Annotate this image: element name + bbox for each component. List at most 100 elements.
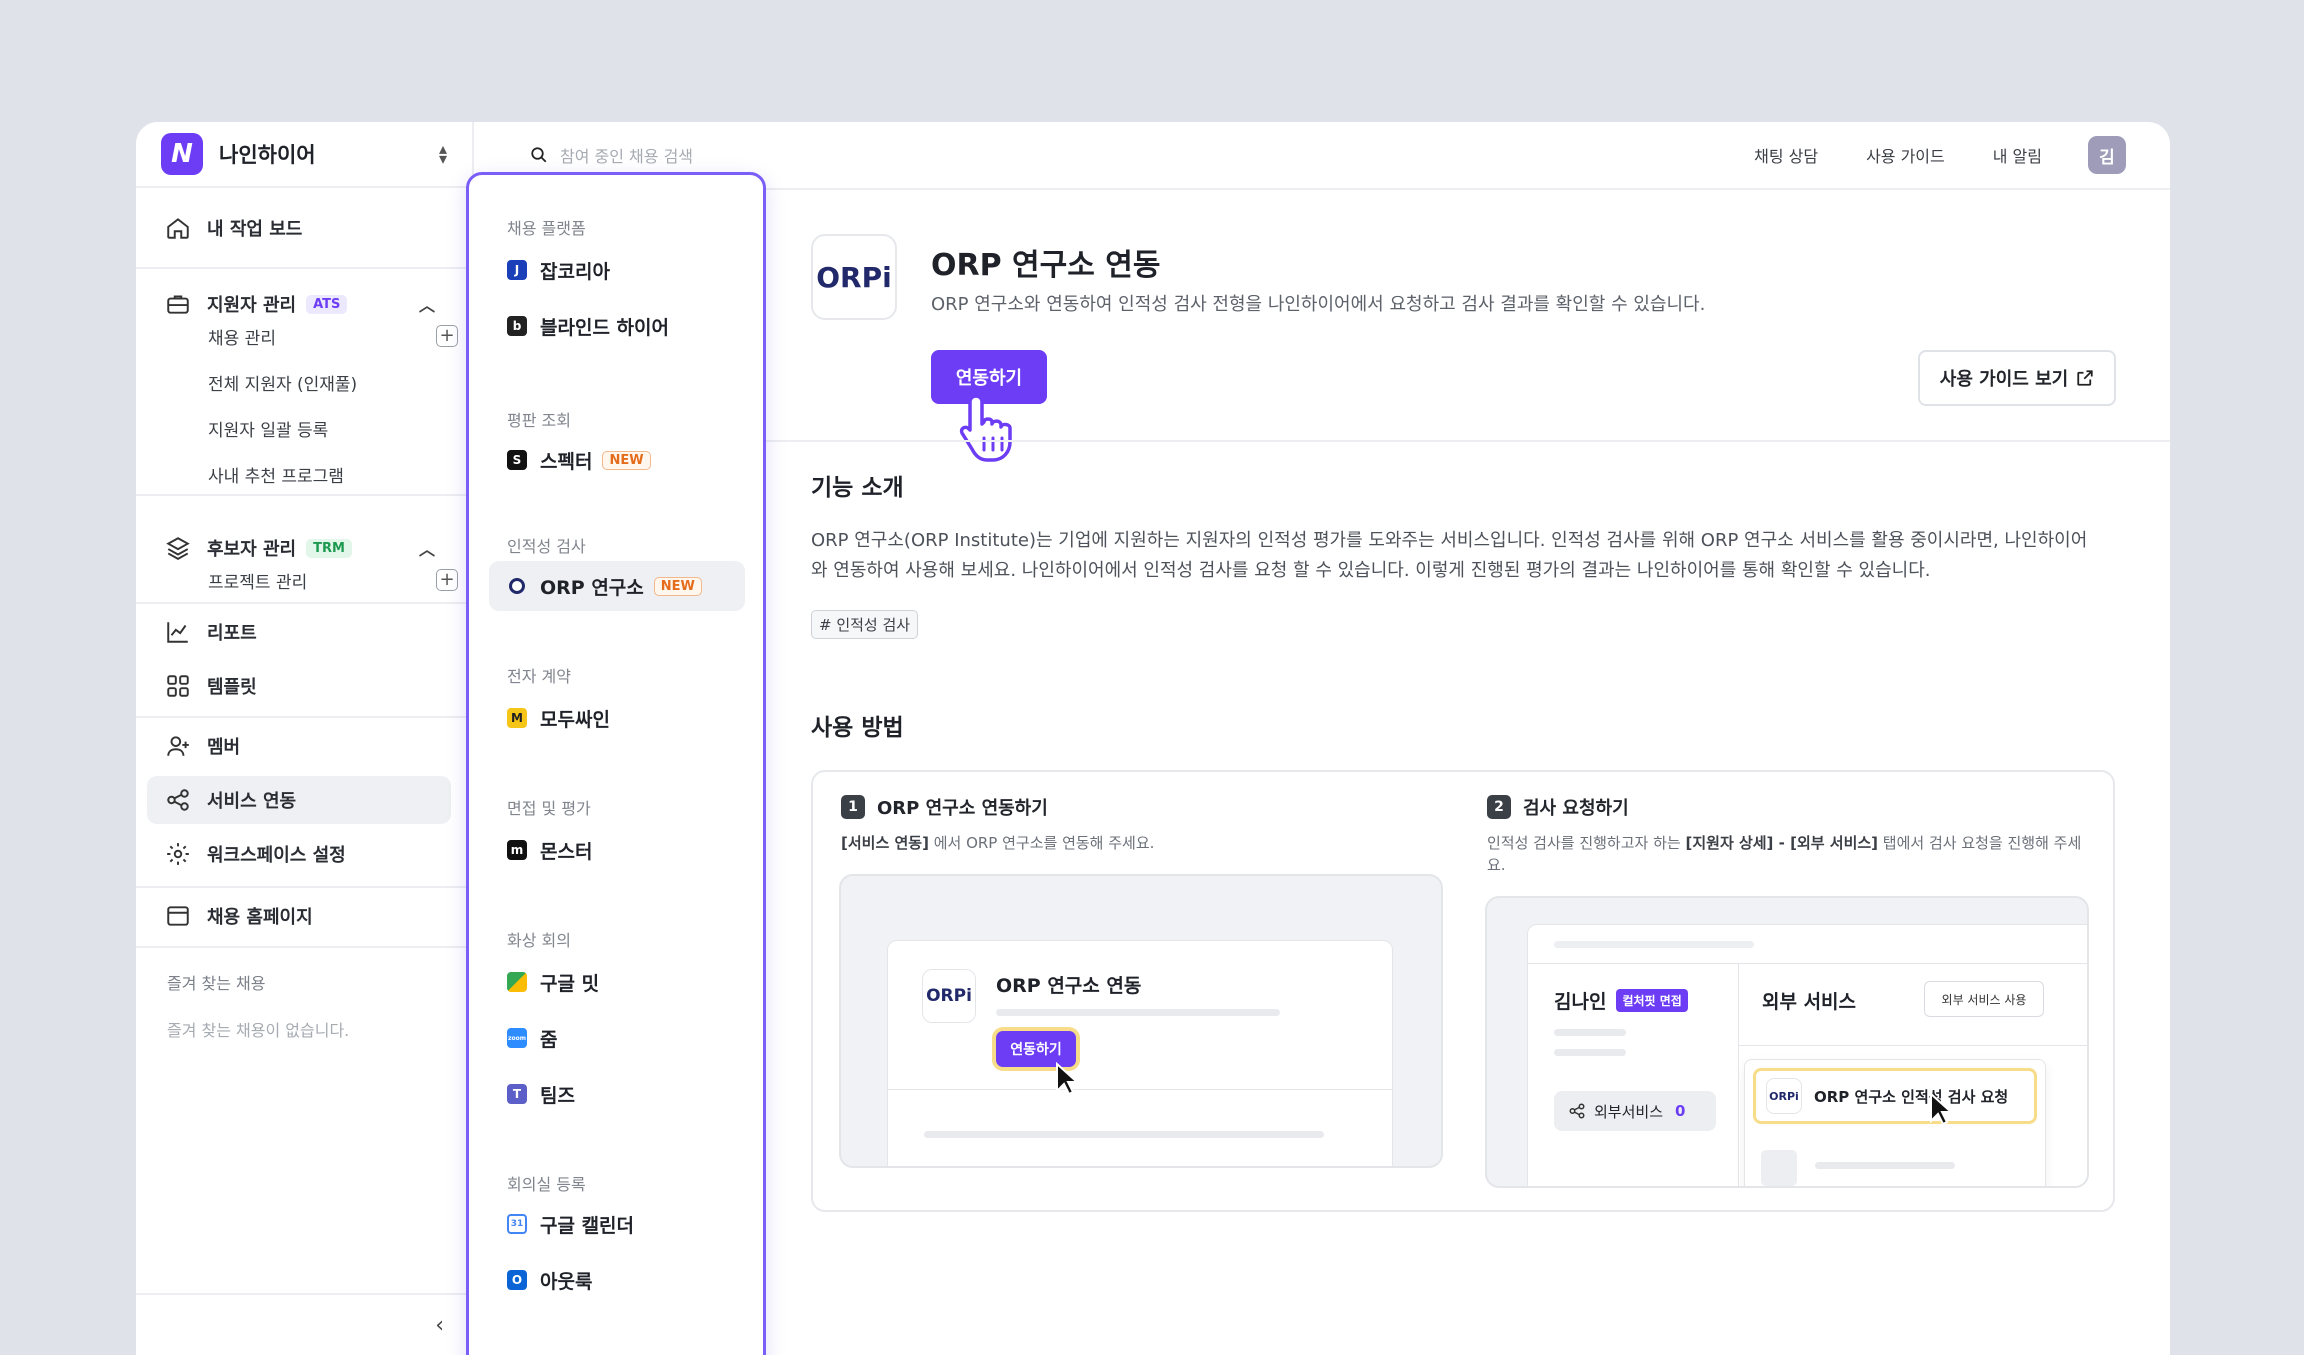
chevron-up-icon[interactable]: ︿ xyxy=(419,292,435,316)
illus-applicant-name-row: 김나인 컬처핏 면접 xyxy=(1554,987,1688,1014)
nav-template[interactable]: 템플릿 xyxy=(147,662,451,710)
user-plus-icon xyxy=(167,736,189,756)
panel-item-jobkorea[interactable]: J 잡코리아 xyxy=(489,245,745,295)
nav-report-label: 리포트 xyxy=(207,623,257,644)
blind-hire-icon: b xyxy=(507,316,527,336)
nav-homepage[interactable]: 채용 홈페이지 xyxy=(147,892,451,940)
add-recruit-button[interactable]: + xyxy=(436,325,458,347)
panel-item-label: 구글 캘린더 xyxy=(540,1214,635,1237)
switch-arrows-icon[interactable]: ▴ ▾ xyxy=(439,141,447,167)
divider xyxy=(136,602,474,604)
step2-number: 2 xyxy=(1487,795,1511,819)
sub-bulk-register[interactable]: 지원자 일괄 등록 xyxy=(208,410,458,446)
view-guide-button[interactable]: 사용 가이드 보기 xyxy=(1918,350,2116,406)
intro-title: 기능 소개 xyxy=(811,475,904,501)
panel-item-orp[interactable]: ORP 연구소 NEW xyxy=(489,561,745,611)
orp-logo: ORPi xyxy=(811,234,897,320)
step1-title: ORP 연구소 연동하기 xyxy=(877,798,1048,819)
placeholder-bar xyxy=(1554,941,1754,948)
nav-workspace[interactable]: 워크스페이스 설정 xyxy=(147,830,451,878)
grid-icon xyxy=(167,675,189,697)
search-input[interactable]: 참여 중인 채용 검색 xyxy=(530,143,693,167)
user-guide-link[interactable]: 사용 가이드 xyxy=(1866,143,1945,167)
panel-item-modusign[interactable]: M 모두싸인 xyxy=(489,693,745,743)
chat-support-link[interactable]: 채팅 상담 xyxy=(1754,143,1818,167)
panel-item-label: 팀즈 xyxy=(540,1084,575,1107)
panel-item-specter[interactable]: S 스펙터 NEW xyxy=(489,435,745,485)
group-title-econtract: 전자 계약 xyxy=(507,667,571,686)
panel-item-zoom[interactable]: zoom 줌 xyxy=(489,1013,745,1063)
group-title-room: 회의실 등록 xyxy=(507,1175,586,1194)
step2-title: 검사 요청하기 xyxy=(1523,798,1629,819)
panel-item-outlook[interactable]: O 아웃룩 xyxy=(489,1255,745,1305)
chart-line-icon xyxy=(167,622,188,643)
collapse-sidebar-button[interactable]: ‹ xyxy=(136,1293,474,1355)
howto-card: 1 ORP 연구소 연동하기 [서비스 연동] 에서 ORP 연구소를 연동해 … xyxy=(811,770,2115,1212)
cursor-icon xyxy=(1930,1092,1954,1126)
workspace-switcher[interactable]: N 나인하이어 ▴ ▾ xyxy=(136,122,472,188)
divider xyxy=(136,494,474,496)
illus-stage-badge: 컬처핏 면접 xyxy=(1616,989,1688,1012)
brand-logo: N xyxy=(161,133,203,175)
divider xyxy=(888,1089,1392,1090)
illus-ext-use-button: 외부 서비스 사용 xyxy=(1924,981,2044,1017)
nav-integration[interactable]: 서비스 연동 xyxy=(147,776,451,824)
illus-card-title: ORP 연구소 연동 xyxy=(996,975,1142,997)
page-description: ORP 연구소와 연동하여 인적성 검사 전형을 나인하이어에서 요청하고 검사… xyxy=(931,294,1706,315)
sub-all-applicants[interactable]: 전체 지원자 (인재풀) xyxy=(208,364,458,400)
nav-member[interactable]: 멤버 xyxy=(147,722,451,770)
placeholder-thumb xyxy=(1761,1150,1797,1186)
nav-member-label: 멤버 xyxy=(207,737,241,758)
sub-recruit-manage[interactable]: 채용 관리 + xyxy=(208,318,458,354)
divider xyxy=(136,716,474,718)
illus-request-option: ORPi ORP 연구소 인적성 검사 요청 xyxy=(1753,1068,2037,1124)
sidebar: N 나인하이어 ▴ ▾ 내 작업 보드 지원자 관리 ATS ︿ 채용 관리 + … xyxy=(136,122,474,1355)
top-links: 채팅 상담 사용 가이드 내 알림 김 xyxy=(1706,136,2126,174)
chevron-left-icon[interactable]: ‹ xyxy=(435,1313,444,1338)
panel-item-monster[interactable]: m 몬스터 xyxy=(489,825,745,875)
new-badge: NEW xyxy=(653,576,702,596)
pointer-hand-icon xyxy=(959,394,1012,462)
search-placeholder: 참여 중인 채용 검색 xyxy=(560,147,694,166)
modusign-icon: M xyxy=(507,708,527,728)
illus-orp-logo: ORPi xyxy=(922,969,976,1023)
avatar[interactable]: 김 xyxy=(2088,136,2126,174)
step2-heading: 2 검사 요청하기 xyxy=(1487,794,1629,820)
notifications-link[interactable]: 내 알림 xyxy=(1993,143,2042,167)
group-title-aptitude: 인적성 검사 xyxy=(507,537,586,556)
favorites-title: 즐겨 찾는 채용 xyxy=(167,974,266,993)
group-title-reputation: 평판 조회 xyxy=(507,411,571,430)
specter-icon: S xyxy=(507,450,527,470)
illus-ext-title: 외부 서비스 xyxy=(1762,991,1857,1013)
add-project-button[interactable]: + xyxy=(436,569,458,591)
panel-item-teams[interactable]: T 팀즈 xyxy=(489,1069,745,1119)
chevron-up-icon[interactable]: ︿ xyxy=(419,536,435,560)
illus-ext-tab-label: 외부서비스 xyxy=(1594,1102,1664,1121)
illus-card: ORPi ORP 연구소 연동 연동하기 xyxy=(887,940,1393,1166)
panel-item-label: 아웃룩 xyxy=(540,1270,593,1293)
nav-dashboard-label: 내 작업 보드 xyxy=(207,219,303,240)
step2-illustration: 김나인 컬처핏 면접 외부서비스 0 외부 서비스 외부 서비스 사용 ORPi… xyxy=(1485,896,2089,1188)
nav-report[interactable]: 리포트 xyxy=(147,608,451,656)
panel-item-google-meet[interactable]: 구글 밋 xyxy=(489,957,745,1007)
ats-badge: ATS xyxy=(306,294,348,314)
illus-orp-logo: ORPi xyxy=(1766,1078,1802,1114)
sub-referral[interactable]: 사내 추천 프로그램 xyxy=(208,456,458,492)
teams-icon: T xyxy=(507,1084,527,1104)
panel-item-blind-hire[interactable]: b 블라인드 하이어 xyxy=(489,301,745,351)
nav-dashboard[interactable]: 내 작업 보드 xyxy=(147,204,451,252)
jobkorea-icon: J xyxy=(507,260,527,280)
panel-item-label: 모두싸인 xyxy=(540,708,610,731)
step1-illustration: ORPi ORP 연구소 연동 연동하기 xyxy=(839,874,1443,1168)
sub-project-manage[interactable]: 프로젝트 관리 + xyxy=(208,562,458,598)
panel-item-google-calendar[interactable]: 31 구글 캘린더 xyxy=(489,1199,745,1249)
nav-template-label: 템플릿 xyxy=(207,677,257,698)
favorites-empty: 즐겨 찾는 채용이 없습니다. xyxy=(167,1021,350,1040)
step1-description: [서비스 연동] 에서 ORP 연구소를 연동해 주세요. xyxy=(841,832,1154,854)
view-guide-label: 사용 가이드 보기 xyxy=(1939,369,2069,390)
step2-desc-pre: 인적성 검사를 진행하고자 하는 xyxy=(1487,834,1686,852)
illus-applicant-name: 김나인 xyxy=(1554,991,1607,1013)
illus-applicant-card: 김나인 컬처핏 면접 외부서비스 0 외부 서비스 외부 서비스 사용 ORPi… xyxy=(1527,924,2087,1186)
illus-dropdown: ORPi ORP 연구소 인적성 검사 요청 xyxy=(1744,1059,2046,1186)
category-tag: # 인적성 검사 xyxy=(811,610,919,639)
